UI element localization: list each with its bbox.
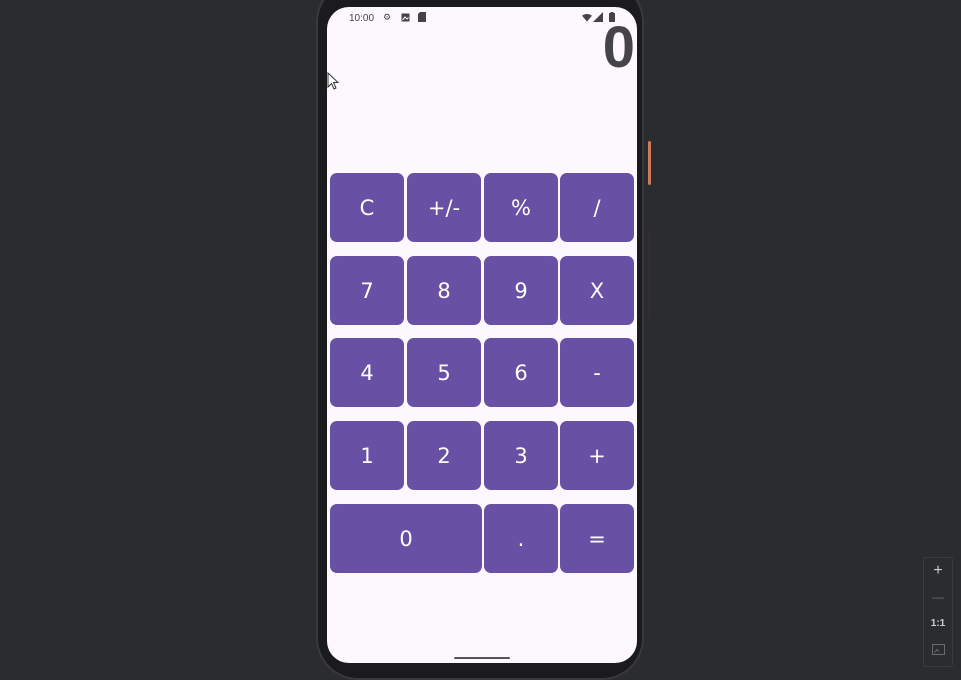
key-divide-button[interactable]: / (560, 173, 634, 242)
wifi-icon (582, 12, 592, 22)
device-screen: 10:00 ⚙ 0 C +/-%/ 7 8 9 X 4 5 6- 1 2 3 +0. = (327, 7, 637, 663)
volume-button[interactable] (648, 230, 650, 320)
key-digit-0-button[interactable]: 0 (330, 504, 482, 573)
key-equals-button[interactable]: = (560, 504, 634, 573)
key-digit-6-button[interactable]: 6 (484, 338, 558, 407)
key-digit-7-button[interactable]: 7 (330, 256, 404, 325)
mouse-cursor-icon (327, 72, 340, 90)
key-digit-5-button[interactable]: 5 (407, 338, 481, 407)
key-digit-1-button[interactable]: 1 (330, 421, 404, 490)
gesture-nav-handle[interactable] (454, 657, 510, 659)
gear-icon: ⚙ (382, 11, 392, 22)
sd-card-icon (417, 12, 427, 22)
zoom-in-button[interactable]: + (924, 558, 952, 584)
key-decimal-button[interactable]: . (484, 504, 558, 573)
key-digit-9-button[interactable]: 9 (484, 256, 558, 325)
signal-icon (593, 12, 603, 22)
key-digit-3-button[interactable]: 3 (484, 421, 558, 490)
power-button[interactable] (648, 141, 651, 185)
key-clear-button[interactable]: C (330, 173, 404, 242)
key-negate-button[interactable]: +/- (407, 173, 481, 242)
key-digit-8-button[interactable]: 8 (407, 256, 481, 325)
key-digit-4-button[interactable]: 4 (330, 338, 404, 407)
key-digit-2-button[interactable]: 2 (407, 421, 481, 490)
zoom-out-button[interactable]: — (924, 584, 952, 610)
key-percent-button[interactable]: % (484, 173, 558, 242)
fit-screen-icon[interactable] (924, 636, 952, 662)
key-subtract-button[interactable]: - (560, 338, 634, 407)
actual-size-button[interactable]: 1:1 (924, 610, 952, 636)
key-add-button[interactable]: + (560, 421, 634, 490)
result-display: 0 (602, 15, 635, 80)
zoom-controls: + — 1:1 (923, 557, 953, 667)
status-bar: 10:00 ⚙ (327, 7, 637, 29)
status-time: 10:00 (349, 13, 375, 24)
image-icon (400, 12, 410, 22)
key-multiply-button[interactable]: X (560, 256, 634, 325)
